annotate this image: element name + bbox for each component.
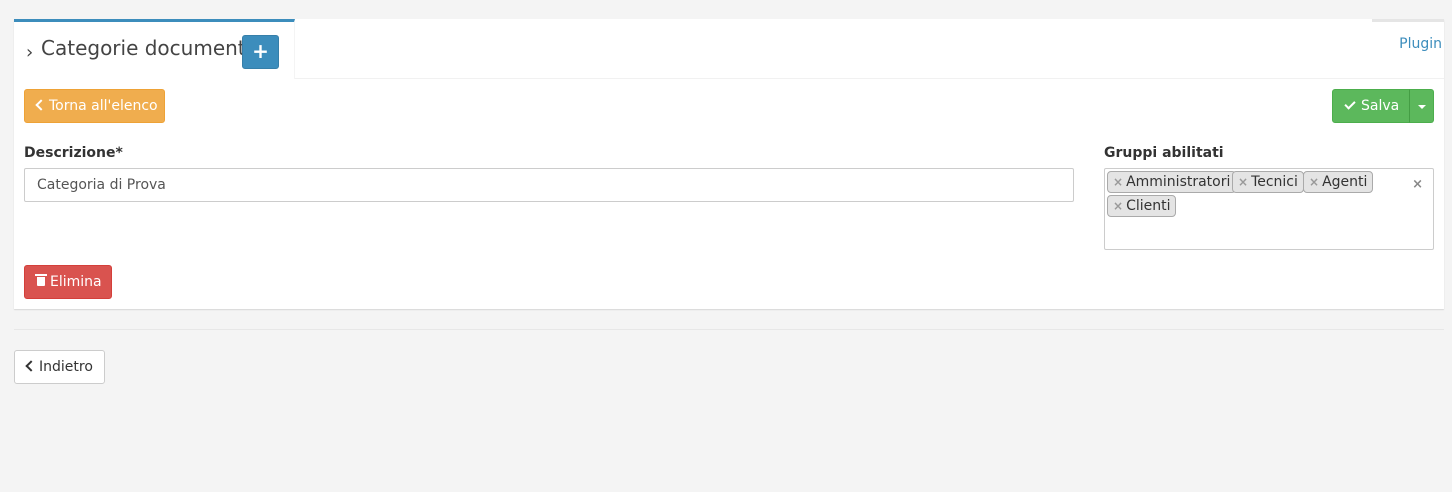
chip-label: Amministratori bbox=[1126, 174, 1231, 190]
remove-chip-icon[interactable]: × bbox=[1113, 199, 1123, 213]
save-dropdown-toggle[interactable] bbox=[1409, 89, 1434, 123]
page-title: Categorie documenti bbox=[41, 36, 252, 60]
chip-label: Tecnici bbox=[1251, 174, 1298, 190]
add-category-button[interactable]: + bbox=[242, 35, 279, 69]
tabs-bar: › Categorie documenti + Plugin bbox=[14, 19, 1444, 79]
chip-label: Agenti bbox=[1322, 174, 1368, 190]
groups-multiselect[interactable]: × Amministratori × Tecnici × Agenti × Client… bbox=[1104, 168, 1434, 250]
save-button[interactable]: Salva bbox=[1332, 89, 1410, 123]
chevron-right-icon: › bbox=[26, 42, 34, 63]
save-label: Salva bbox=[1361, 98, 1400, 114]
back-label: Indietro bbox=[39, 359, 93, 375]
check-icon bbox=[1344, 98, 1356, 110]
caret-down-icon bbox=[1418, 105, 1426, 109]
chevron-left-icon bbox=[35, 99, 47, 111]
chevron-left-icon bbox=[25, 360, 37, 372]
back-button[interactable]: Indietro bbox=[14, 350, 105, 384]
description-label: Descrizione* bbox=[24, 145, 123, 161]
remove-chip-icon[interactable]: × bbox=[1309, 175, 1319, 189]
group-chip-clienti[interactable]: × Clienti bbox=[1107, 195, 1177, 217]
delete-button[interactable]: Elimina bbox=[24, 265, 112, 299]
remove-chip-icon[interactable]: × bbox=[1113, 175, 1123, 189]
remove-chip-icon[interactable]: × bbox=[1238, 175, 1248, 189]
trash-icon bbox=[35, 274, 47, 286]
delete-label: Elimina bbox=[50, 274, 102, 290]
back-to-list-label: Torna all'elenco bbox=[49, 98, 158, 114]
tab-plugin[interactable]: Plugin bbox=[1372, 19, 1444, 78]
clear-all-icon[interactable]: × bbox=[1412, 177, 1423, 192]
tab-categorie-documenti[interactable]: › Categorie documenti + bbox=[14, 19, 295, 79]
description-input[interactable]: Categoria di Prova bbox=[24, 168, 1074, 202]
group-chip-tecnici[interactable]: × Tecnici bbox=[1232, 171, 1304, 193]
chip-label: Clienti bbox=[1126, 198, 1171, 214]
group-chip-amministratori[interactable]: × Amministratori bbox=[1107, 171, 1237, 193]
divider bbox=[14, 329, 1444, 330]
group-chip-agenti[interactable]: × Agenti bbox=[1303, 171, 1374, 193]
groups-label: Gruppi abilitati bbox=[1104, 145, 1224, 161]
category-card: › Categorie documenti + Plugin Torna all… bbox=[14, 19, 1444, 309]
tab-plugin-label: Plugin bbox=[1399, 36, 1442, 52]
back-to-list-button[interactable]: Torna all'elenco bbox=[24, 89, 165, 123]
